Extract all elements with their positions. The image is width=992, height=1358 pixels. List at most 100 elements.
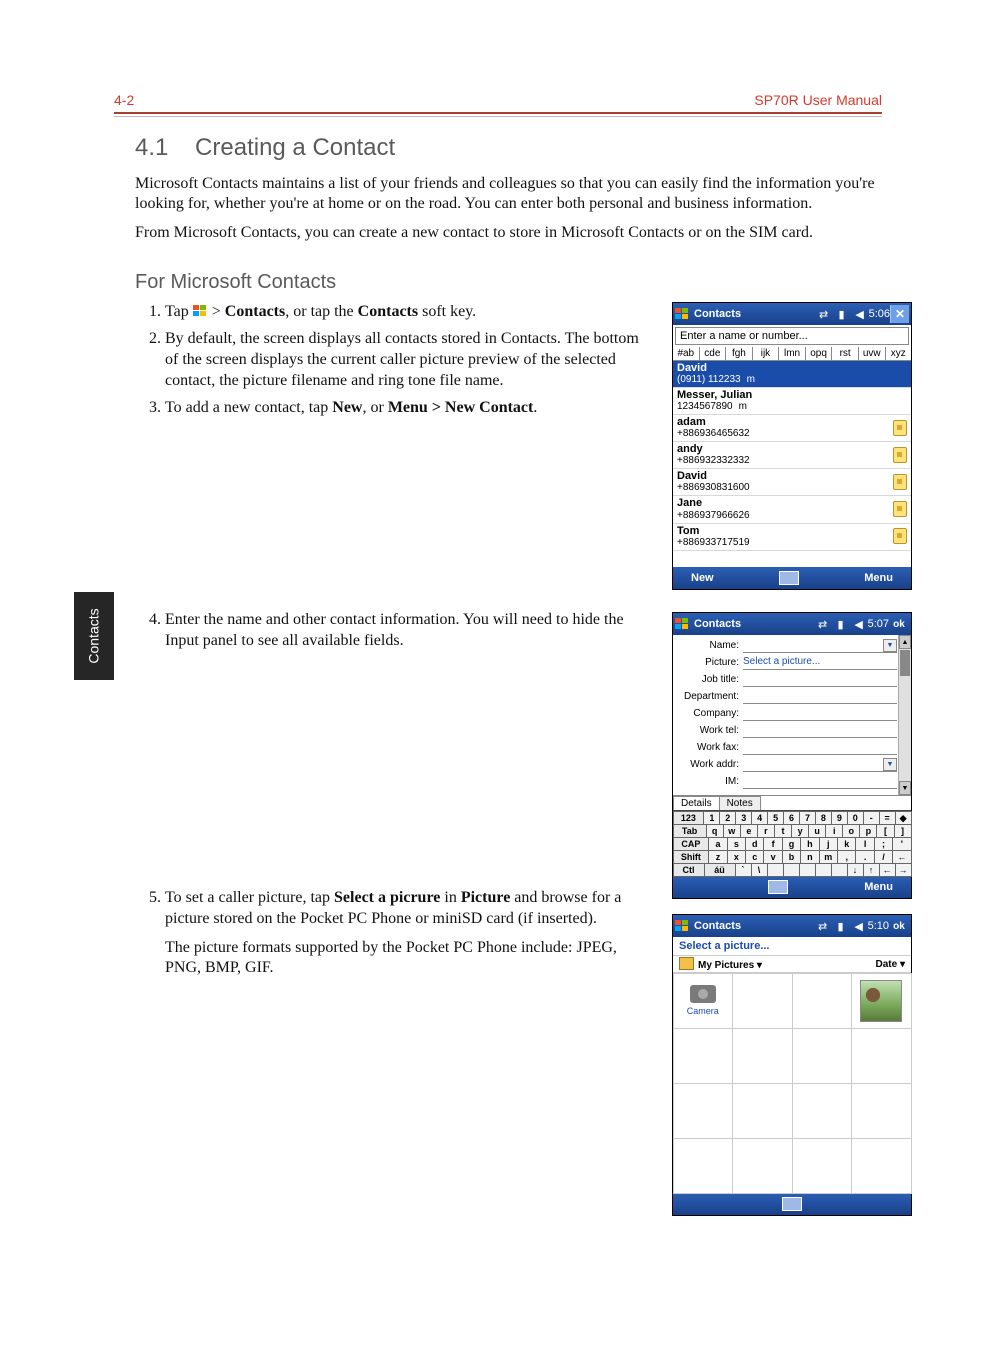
key[interactable]: 1 xyxy=(703,811,720,825)
key[interactable]: k xyxy=(837,837,856,851)
key[interactable]: ↑ xyxy=(863,863,880,877)
key[interactable]: 6 xyxy=(783,811,800,825)
key[interactable]: c xyxy=(745,850,764,864)
key[interactable]: = xyxy=(879,811,896,825)
key[interactable]: j xyxy=(819,837,838,851)
key[interactable]: ; xyxy=(874,837,893,851)
soft-keyboard[interactable]: 1231234567890-=◆Tabqwertyuiop[]CAPasdfgh… xyxy=(673,810,911,876)
key[interactable]: - xyxy=(863,811,880,825)
key[interactable]: 2 xyxy=(719,811,736,825)
contact-row[interactable]: David(0911) 112233m xyxy=(673,361,911,388)
key[interactable]: d xyxy=(745,837,764,851)
key[interactable]: [ xyxy=(876,824,894,838)
field-input[interactable] xyxy=(743,741,897,755)
key[interactable]: f xyxy=(763,837,782,851)
key[interactable]: / xyxy=(874,850,893,864)
key[interactable]: 7 xyxy=(799,811,816,825)
key[interactable]: ◆ xyxy=(895,811,912,825)
key[interactable]: v xyxy=(763,850,782,864)
keyboard-icon[interactable] xyxy=(779,571,799,585)
key[interactable]: ← xyxy=(879,863,896,877)
field-input[interactable] xyxy=(743,690,897,704)
key[interactable] xyxy=(767,863,784,877)
close-button[interactable]: ✕ xyxy=(890,305,909,323)
chevron-down-icon[interactable]: ▼ xyxy=(883,639,897,652)
key[interactable]: ] xyxy=(894,824,912,838)
alpha-tab[interactable]: xyz xyxy=(886,347,912,360)
alpha-tab[interactable]: cde xyxy=(700,347,727,360)
key[interactable]: CAP xyxy=(673,837,710,851)
alpha-tab[interactable]: opq xyxy=(806,347,833,360)
key[interactable]: x xyxy=(727,850,746,864)
key[interactable]: s xyxy=(727,837,746,851)
key[interactable]: 8 xyxy=(815,811,832,825)
key[interactable]: g xyxy=(782,837,801,851)
softkey-menu[interactable]: Menu xyxy=(864,572,893,584)
key[interactable]: Tab xyxy=(673,824,707,838)
contact-row[interactable]: Tom+886933717519 xyxy=(673,524,911,551)
key[interactable] xyxy=(815,863,832,877)
field-input[interactable] xyxy=(743,724,897,738)
key[interactable]: b xyxy=(782,850,801,864)
key[interactable]: ↓ xyxy=(847,863,864,877)
contact-row[interactable]: andy+886932332332 xyxy=(673,442,911,469)
key[interactable]: ` xyxy=(735,863,752,877)
key[interactable]: t xyxy=(774,824,792,838)
contact-row[interactable]: Messer, Julian1234567890m xyxy=(673,388,911,415)
key[interactable]: z xyxy=(708,850,727,864)
key[interactable]: q xyxy=(706,824,724,838)
keyboard-icon[interactable] xyxy=(782,1197,802,1211)
alpha-tab[interactable]: #ab xyxy=(673,347,700,360)
key[interactable]: → xyxy=(895,863,912,877)
key[interactable]: m xyxy=(819,850,838,864)
key[interactable]: ← xyxy=(892,850,911,864)
keyboard-icon[interactable] xyxy=(768,880,788,894)
ok-button[interactable]: ok xyxy=(889,918,909,934)
chevron-down-icon[interactable]: ▼ xyxy=(883,758,897,771)
key[interactable]: 9 xyxy=(831,811,848,825)
folder-dropdown[interactable]: My Pictures ▾ xyxy=(679,957,762,971)
field-input[interactable]: ▼ xyxy=(743,639,897,653)
key[interactable]: 3 xyxy=(735,811,752,825)
start-flag-icon[interactable] xyxy=(675,618,690,631)
contact-row[interactable]: Jane+886937966626 xyxy=(673,496,911,523)
tab-notes[interactable]: Notes xyxy=(719,796,761,810)
field-input[interactable] xyxy=(743,775,897,789)
key[interactable]: Ctl xyxy=(673,863,705,877)
key[interactable]: 0 xyxy=(847,811,864,825)
key[interactable]: w xyxy=(723,824,741,838)
tab-details[interactable]: Details xyxy=(673,796,720,810)
alpha-tab[interactable]: rst xyxy=(832,347,859,360)
start-flag-icon[interactable] xyxy=(675,920,690,933)
key[interactable]: . xyxy=(855,850,874,864)
softkey-new[interactable]: New xyxy=(691,572,714,584)
field-input[interactable] xyxy=(743,673,897,687)
key[interactable]: p xyxy=(859,824,877,838)
alpha-tab[interactable]: uvw xyxy=(859,347,886,360)
scrollbar[interactable]: ▲ ▼ xyxy=(898,635,911,795)
search-input[interactable]: Enter a name or number... xyxy=(675,327,909,345)
start-flag-icon[interactable] xyxy=(675,308,690,321)
scroll-up-icon[interactable]: ▲ xyxy=(899,635,911,649)
key[interactable]: l xyxy=(855,837,874,851)
field-input[interactable]: ▼ xyxy=(743,758,897,772)
contact-row[interactable]: adam+886936465632 xyxy=(673,415,911,442)
key[interactable]: , xyxy=(837,850,856,864)
key[interactable]: 5 xyxy=(767,811,784,825)
ok-button[interactable]: ok xyxy=(889,616,909,632)
key[interactable]: i xyxy=(825,824,843,838)
alpha-tab[interactable]: lmn xyxy=(779,347,806,360)
key[interactable]: o xyxy=(842,824,860,838)
key[interactable]: r xyxy=(757,824,775,838)
picture-thumbnail[interactable] xyxy=(851,973,912,1029)
key[interactable]: y xyxy=(791,824,809,838)
key[interactable]: h xyxy=(800,837,819,851)
key[interactable]: áü xyxy=(704,863,736,877)
alpha-index[interactable]: #abcdefghijklmnopqrstuvwxyz xyxy=(673,347,911,361)
key[interactable]: n xyxy=(800,850,819,864)
key[interactable]: u xyxy=(808,824,826,838)
key[interactable]: Shift xyxy=(673,850,710,864)
key[interactable]: ' xyxy=(892,837,911,851)
camera-tile[interactable]: Camera xyxy=(673,973,734,1029)
key[interactable]: 123 xyxy=(673,811,705,825)
